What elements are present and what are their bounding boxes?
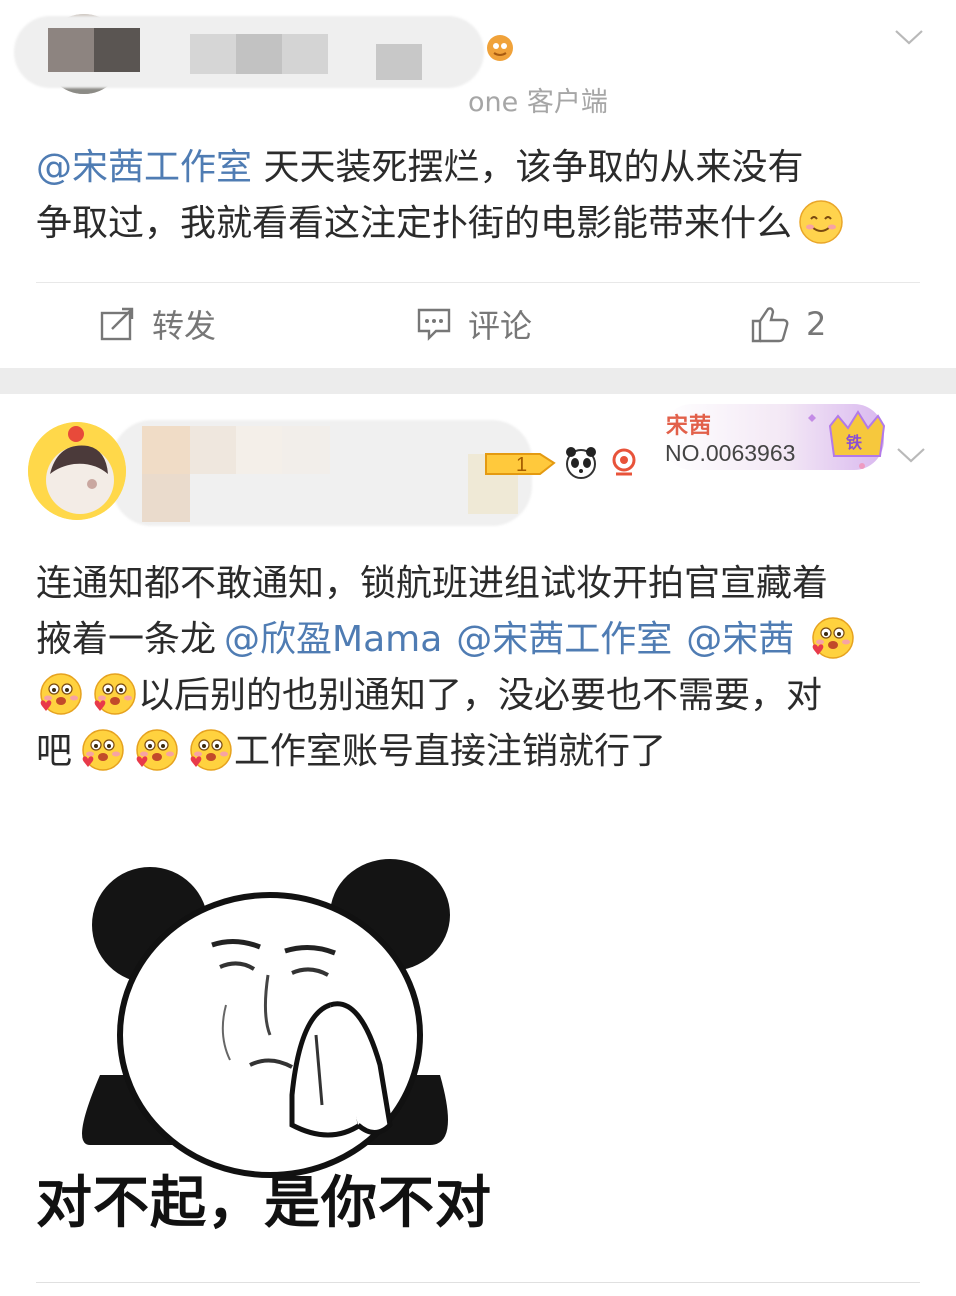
member-level-icon: 1 [485,453,556,476]
mention-link[interactable]: @宋茜工作室 [36,147,252,188]
mention-link[interactable]: @宋茜工作室 [456,619,672,660]
pixel-block [282,426,330,474]
repost-icon [100,307,134,341]
pixel-block [142,474,190,522]
divider [36,1282,920,1283]
meme-caption: 对不起，是你不对 [36,1171,492,1236]
user-avatar[interactable] [28,422,126,520]
love-face-emoji-icon [189,729,232,771]
weibo-post-1: one 客户端 @宋茜工作室 天天装死摆烂，该争取的从来没有 争取过，我就看看这… [0,0,956,368]
svg-text:1: 1 [516,454,527,476]
like-button[interactable]: 2 [750,300,826,348]
pixel-block [236,34,282,74]
pixel-block [282,34,328,74]
post-text-fragment: 工作室账号直接注销就行了 [234,731,667,772]
post-text-line: 以后别的也别通知了，没必要也不需要，对 [36,668,916,724]
post-text-line: 争取过，我就看看这注定扑街的电影能带来什么 [36,196,916,252]
pixel-block [48,28,94,72]
pixel-block [190,426,238,474]
comment-label: 评论 [468,307,533,345]
post-separator [0,368,956,394]
post-text-fragment: 掖着一条龙 [36,619,217,660]
fan-badge-icon [612,448,636,476]
post-text: @宋茜工作室 天天装死摆烂，该争取的从来没有 争取过，我就看看这注定扑街的电影能… [36,140,916,252]
thumbs-up-icon [751,307,789,343]
post-text-line: 连通知都不敢通知，锁航班进组试妆开拍官宣藏着 [36,556,916,612]
post-text-line: 掖着一条龙 @欣盈Mama @宋茜工作室 @宋茜 [36,612,916,668]
post-text-line: 吧 工作室账号直接注销就行了 [36,724,916,780]
pixel-block [142,426,190,474]
love-face-emoji-icon [93,673,136,715]
repost-label: 转发 [152,307,217,345]
post-source: one 客户端 [468,87,608,118]
comment-icon [417,308,451,341]
smile-emoji-icon [799,200,843,244]
love-face-emoji-icon [812,617,855,659]
badge-number: NO.0063963 [665,440,796,466]
chevron-down-icon[interactable] [896,446,926,464]
post-text: 连通知都不敢通知，锁航班进组试妆开拍官宣藏着 掖着一条龙 @欣盈Mama @宋茜工作… [36,556,916,780]
post-text-fragment: 以后别的也别通知了，没必要也不需要，对 [138,675,823,716]
post-text-fragment: 争取过，我就看看这注定扑街的电影能带来什么 [36,203,793,244]
member-icon [487,35,513,61]
avatar-photo [28,422,126,520]
badge-title: 宋茜 [666,414,713,439]
chevron-down-icon[interactable] [894,28,924,46]
like-count: 2 [806,305,827,343]
post-text-fragment: 吧 [36,731,73,772]
love-face-emoji-icon [135,729,178,771]
post-text-fragment: 天天装死摆烂，该争取的从来没有 [252,147,804,188]
mention-link[interactable]: @宋茜 [686,619,794,660]
love-face-emoji-icon [81,729,124,771]
pixel-block [190,34,236,74]
post-text-line: @宋茜工作室 天天装死摆烂，该争取的从来没有 [36,140,916,196]
post-text-fragment: 连通知都不敢通知，锁航班进组试妆开拍官宣藏着 [36,563,829,604]
mention-link[interactable]: @欣盈Mama [224,619,442,660]
panda-badge-icon [566,447,596,479]
repost-button[interactable]: 转发 [100,300,216,348]
badge-icon-text: 铁 [846,433,862,452]
love-face-emoji-icon [39,673,82,715]
divider [36,282,920,283]
pixel-block [376,44,422,80]
pixel-block [94,28,140,72]
pixel-block [236,426,284,474]
comment-button[interactable]: 评论 [416,300,532,348]
